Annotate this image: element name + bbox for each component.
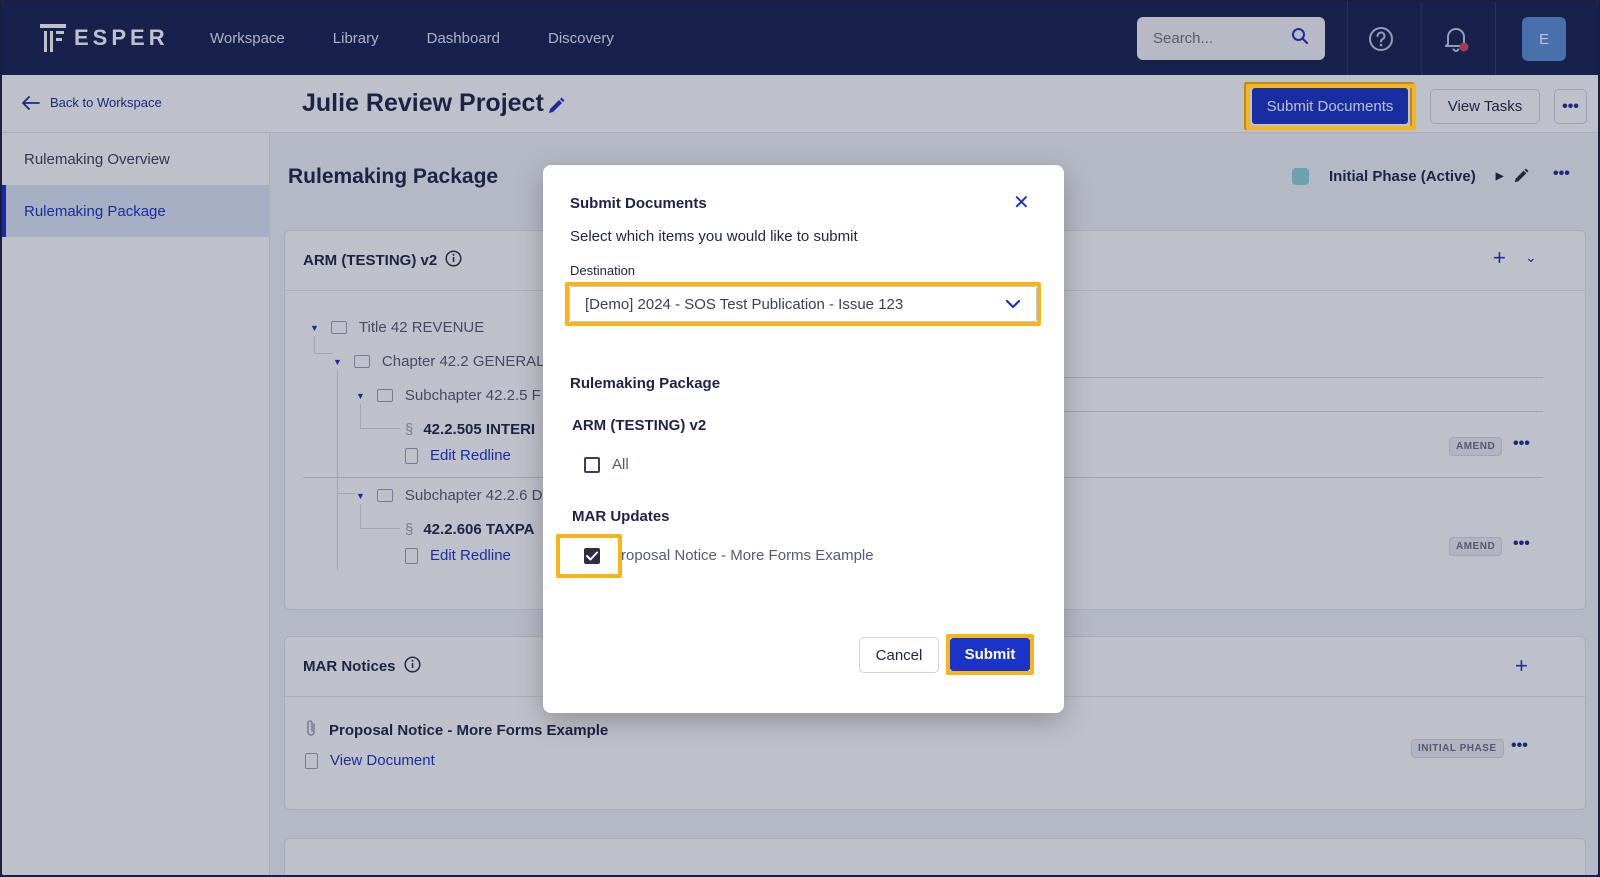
group-heading-mar: MAR Updates (572, 508, 670, 525)
cancel-button[interactable]: Cancel (859, 637, 939, 673)
mar-item-label: Proposal Notice - More Forms Example (611, 547, 874, 564)
package-heading: Rulemaking Package (570, 375, 721, 392)
chevron-down-icon (1005, 296, 1021, 316)
all-checkbox-label: All (612, 456, 629, 473)
group-heading-arm: ARM (TESTING) v2 (572, 417, 707, 434)
highlight-frame (1246, 84, 1416, 130)
dialog-subtitle: Select which items you would like to sub… (570, 228, 858, 245)
destination-value: [Demo] 2024 - SOS Test Publication - Iss… (585, 295, 904, 313)
checkmark-icon (586, 551, 598, 561)
all-checkbox[interactable] (584, 457, 600, 473)
close-icon[interactable]: ✕ (1013, 190, 1030, 215)
destination-label: Destination (570, 263, 636, 278)
mar-item-checkbox[interactable] (584, 548, 600, 564)
destination-select[interactable]: [Demo] 2024 - SOS Test Publication - Iss… (569, 286, 1037, 322)
submit-button[interactable]: Submit (950, 638, 1030, 671)
app-frame: ESPER Workspace Library Dashboard Discov… (2, 2, 1598, 875)
dialog-title: Submit Documents (570, 195, 707, 212)
submit-documents-dialog: Submit Documents ✕ Select which items yo… (543, 165, 1064, 713)
